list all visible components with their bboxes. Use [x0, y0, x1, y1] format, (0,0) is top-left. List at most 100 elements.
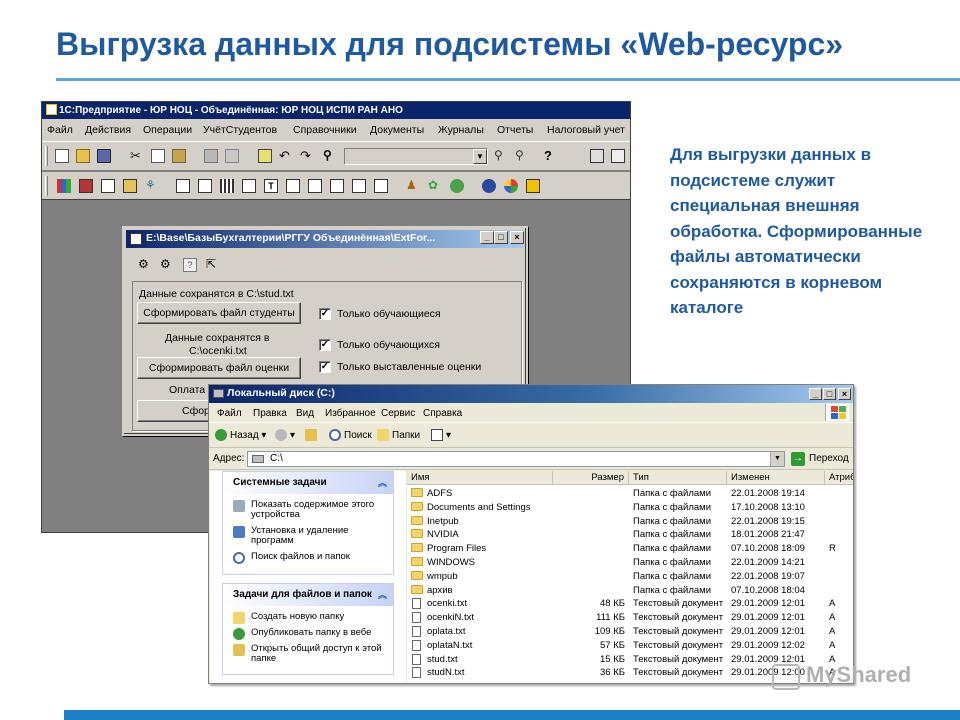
- minimize-icon[interactable]: _: [809, 388, 822, 400]
- task-share-folder[interactable]: Открыть общий доступ к этой папке: [223, 641, 393, 674]
- menu-file[interactable]: Файл: [217, 408, 242, 419]
- cut-icon[interactable]: ✂: [130, 149, 144, 163]
- go-button[interactable]: Переход: [809, 453, 849, 464]
- column-name[interactable]: Имя: [407, 471, 553, 485]
- forward-button[interactable]: ▾: [275, 429, 295, 441]
- task-show-drive-contents[interactable]: Показать содержимое этого устройства: [223, 494, 393, 523]
- file-row[interactable]: Inetpub Папка с файлами 22.01.2008 19:15: [407, 515, 853, 529]
- column-type[interactable]: Тип: [629, 471, 727, 485]
- generate-students-button[interactable]: Сформировать файл студенты: [137, 302, 301, 324]
- search-button[interactable]: Поиск: [329, 429, 372, 441]
- table-icon[interactable]: [590, 149, 604, 163]
- whats-this-icon[interactable]: ⇱: [206, 258, 220, 272]
- only-grades-checkbox[interactable]: ✓: [319, 361, 331, 373]
- book-icon[interactable]: [79, 179, 93, 193]
- task-publish-web[interactable]: Опубликовать папку в вебе: [223, 625, 393, 641]
- file-row[interactable]: архив Папка с файлами 07.10.2008 18:04: [407, 584, 853, 598]
- maximize-icon[interactable]: □: [823, 388, 836, 400]
- menu-references[interactable]: Справочники: [293, 124, 357, 136]
- file-row[interactable]: oplataN.txt 57 КБ Текстовый документ 29.01.…: [407, 639, 853, 653]
- find-icon[interactable]: ⚲: [323, 149, 337, 163]
- menu-journals[interactable]: Журналы: [438, 124, 484, 136]
- help-icon[interactable]: ?: [544, 149, 558, 163]
- students-only-checkbox[interactable]: ✓: [319, 308, 331, 320]
- open-icon[interactable]: [76, 149, 90, 163]
- column-attributes[interactable]: Атриб: [825, 471, 853, 485]
- chart-icon[interactable]: [57, 179, 71, 193]
- report-icon[interactable]: [198, 179, 212, 193]
- column-size[interactable]: Размер: [553, 471, 629, 485]
- form-icon[interactable]: [308, 179, 322, 193]
- column-modified[interactable]: Изменен: [727, 471, 825, 485]
- search-prev-icon[interactable]: ⚲: [515, 149, 529, 163]
- task-search-files[interactable]: Поиск файлов и папок: [223, 549, 393, 574]
- task-new-folder[interactable]: Создать новую папку: [223, 606, 393, 625]
- menu-documents[interactable]: Документы: [370, 124, 424, 136]
- chevron-down-icon[interactable]: ▼: [473, 149, 487, 164]
- menu-file[interactable]: Файл: [47, 124, 73, 136]
- list-icon[interactable]: [330, 179, 344, 193]
- menu-actions[interactable]: Действия: [85, 124, 131, 136]
- menu-operations[interactable]: Операции: [143, 124, 192, 136]
- tree-icon[interactable]: ⚘: [145, 179, 159, 193]
- file-row[interactable]: NVIDIA Папка с файлами 18.01.2008 21:47: [407, 528, 853, 542]
- journal-icon[interactable]: [123, 179, 137, 193]
- file-row[interactable]: ocenkiN.txt 111 КБ Текстовый документ 29.01…: [407, 611, 853, 625]
- menu-view[interactable]: Вид: [296, 408, 314, 419]
- learners-only-checkbox[interactable]: ✓: [319, 339, 331, 351]
- checker-icon[interactable]: [220, 179, 234, 193]
- collapse-icon[interactable]: ︽: [378, 476, 387, 489]
- menu-edit[interactable]: Правка: [253, 408, 287, 419]
- generate-grades-button[interactable]: Сформировать файл оценки: [137, 357, 301, 379]
- file-row[interactable]: ocenki.txt 48 КБ Текстовый документ 29.01.2…: [407, 597, 853, 611]
- go-arrow-icon[interactable]: →: [791, 452, 805, 466]
- task-add-remove-programs[interactable]: Установка и удаление программ: [223, 523, 393, 549]
- paste-icon[interactable]: [172, 149, 186, 163]
- file-row[interactable]: Program Files Папка с файлами 07.10.2008 1…: [407, 542, 853, 556]
- address-input[interactable]: C:\ ▼: [247, 451, 785, 467]
- menu-reports[interactable]: Отчеты: [497, 124, 533, 136]
- menu-tools[interactable]: Сервис: [381, 408, 415, 419]
- calculator-icon[interactable]: [258, 149, 272, 163]
- search-combo[interactable]: ▼: [344, 148, 488, 165]
- file-row[interactable]: oplata.txt 109 КБ Текстовый документ 29.01.…: [407, 625, 853, 639]
- menu-student-accounting[interactable]: УчётСтудентов: [203, 124, 277, 136]
- help-icon[interactable]: ?: [183, 258, 197, 272]
- menu-help[interactable]: Справка: [423, 408, 462, 419]
- close-icon[interactable]: ×: [838, 388, 851, 400]
- copy-icon[interactable]: [151, 149, 165, 163]
- new-icon[interactable]: [55, 149, 69, 163]
- card-icon[interactable]: [286, 179, 300, 193]
- maximize-icon[interactable]: □: [494, 231, 508, 244]
- search-next-icon[interactable]: ⚲: [494, 149, 508, 163]
- dialog-titlebar[interactable]: E:\Base\БазыБухгалтерии\РГГУ Объединённа…: [126, 230, 524, 248]
- colors-icon[interactable]: [504, 179, 518, 193]
- run-icon[interactable]: ⚙: [138, 258, 152, 272]
- file-tasks-header[interactable]: Задачи для файлов и папок ︽: [223, 584, 393, 606]
- balance-icon[interactable]: [374, 179, 388, 193]
- document-icon[interactable]: [101, 179, 115, 193]
- save-icon[interactable]: [97, 149, 111, 163]
- onec-logo-icon[interactable]: [526, 179, 540, 193]
- print-icon[interactable]: [204, 149, 218, 163]
- folders-button[interactable]: Папки: [377, 429, 420, 441]
- redo-icon[interactable]: ↷: [300, 149, 314, 163]
- back-button[interactable]: Назад ▾: [215, 429, 266, 441]
- settings-icon[interactable]: ⚙: [160, 258, 174, 272]
- views-button[interactable]: ▾: [431, 429, 451, 441]
- sheet-icon[interactable]: [242, 179, 256, 193]
- ledger-icon[interactable]: [176, 179, 190, 193]
- chevron-down-icon[interactable]: ▼: [770, 452, 784, 466]
- explorer-titlebar[interactable]: Локальный диск (C:): [209, 385, 853, 403]
- file-row[interactable]: WINDOWS Папка с файлами 22.01.2009 14:21: [407, 556, 853, 570]
- statement-icon[interactable]: [352, 179, 366, 193]
- web-icon[interactable]: [482, 179, 496, 193]
- close-icon[interactable]: ×: [510, 231, 524, 244]
- menu-tax-accounting[interactable]: Налоговый учет: [547, 124, 625, 136]
- person-icon[interactable]: ♟: [406, 179, 420, 193]
- minimize-icon[interactable]: _: [480, 231, 494, 244]
- up-button[interactable]: [305, 429, 320, 441]
- undo-icon[interactable]: ↶: [279, 149, 293, 163]
- file-row[interactable]: ADFS Папка с файлами 22.01.2008 19:14: [407, 487, 853, 501]
- print-preview-icon[interactable]: [225, 149, 239, 163]
